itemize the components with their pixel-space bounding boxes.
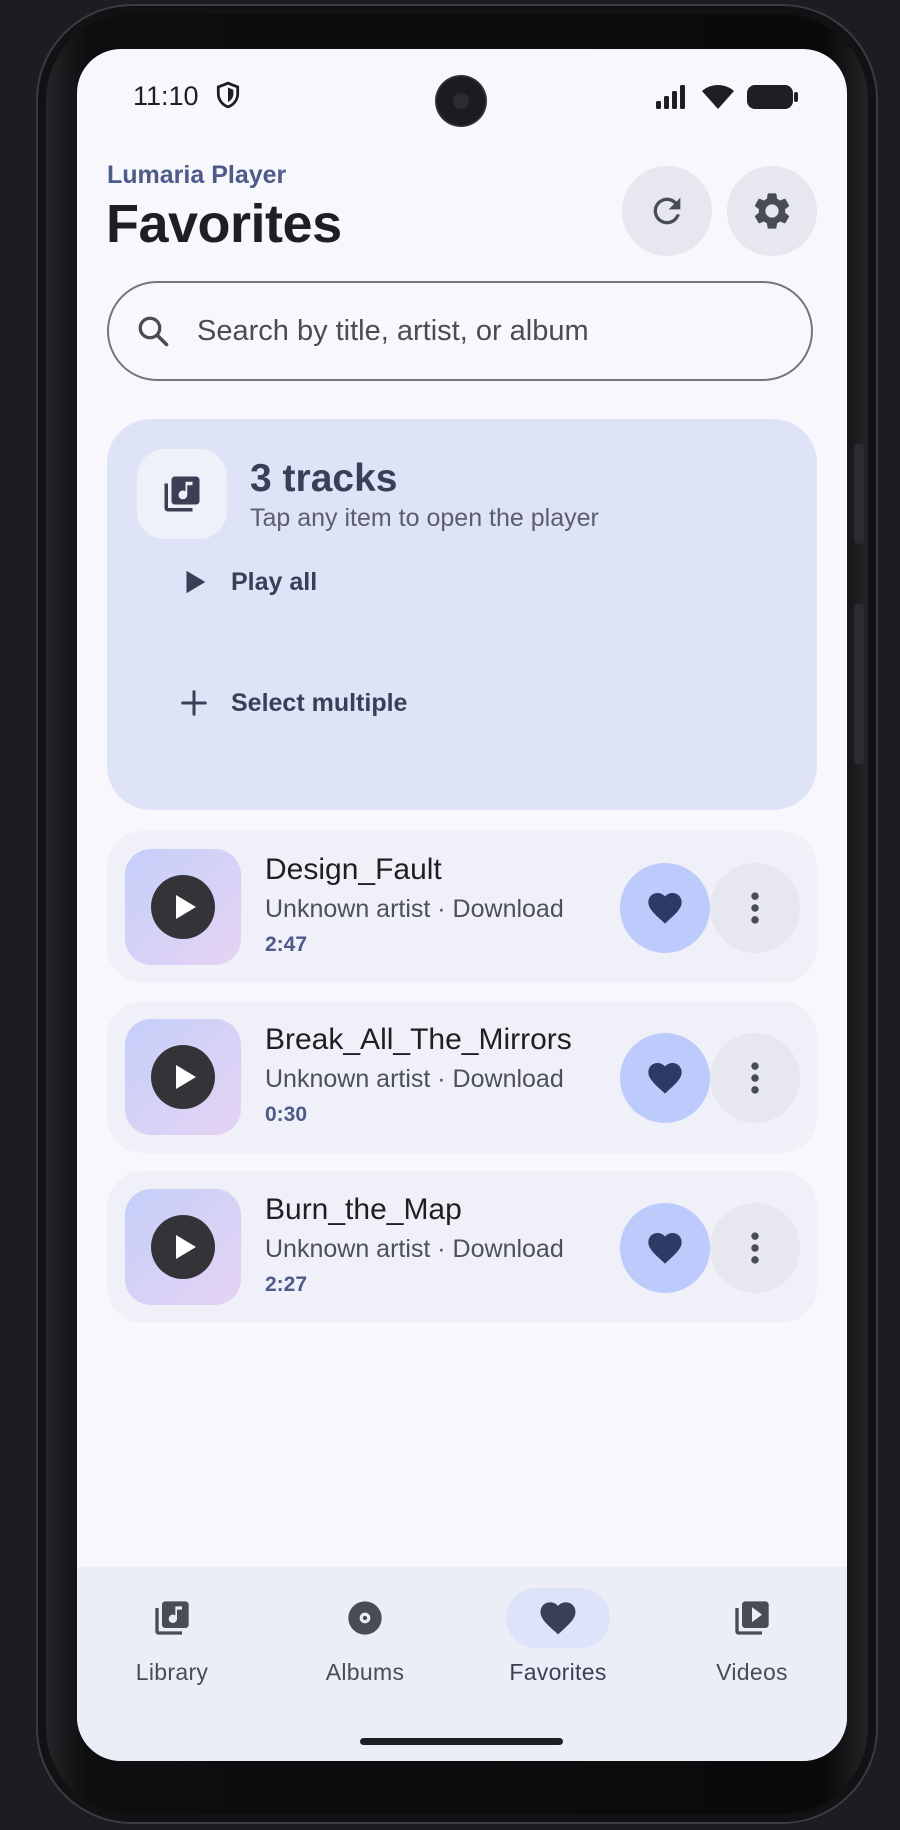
album-icon: [348, 1601, 382, 1635]
nav-label: Favorites: [509, 1659, 607, 1685]
play-disc-icon: [151, 1045, 215, 1109]
shield-icon: [216, 81, 240, 109]
app-name: Lumaria Player: [107, 161, 287, 189]
track-row[interactable]: Burn_the_Map Unknown artist · Download 2…: [107, 1171, 817, 1323]
search-input[interactable]: [195, 313, 759, 349]
nav-pill: [120, 1588, 224, 1648]
favorite-button[interactable]: [620, 1203, 710, 1293]
track-duration: 2:47: [265, 933, 308, 956]
more-vert-icon: [751, 892, 759, 924]
track-thumbnail: [125, 849, 241, 965]
plus-icon: [181, 690, 207, 716]
video-library-icon: [735, 1601, 769, 1635]
more-options-button[interactable]: [710, 863, 800, 953]
track-title: Break_All_The_Mirrors: [265, 1023, 572, 1056]
refresh-icon: [653, 197, 681, 225]
track-count: 3 tracks: [250, 457, 398, 500]
summary-card: 3 tracks Tap any item to open the player…: [107, 419, 817, 810]
play-all-label: Play all: [231, 567, 318, 596]
library-music-icon: [155, 1601, 189, 1635]
track-meta: Unknown artist · Download: [265, 1235, 564, 1263]
nav-item-albums[interactable]: Albums: [270, 1567, 460, 1697]
home-indicator[interactable]: [360, 1738, 563, 1745]
favorite-button[interactable]: [620, 1033, 710, 1123]
nav-label: Library: [135, 1659, 209, 1685]
more-vert-icon: [751, 1062, 759, 1094]
select-multiple-button[interactable]: Select multiple: [179, 688, 407, 718]
front-camera: [437, 77, 485, 125]
track-row[interactable]: Design_Fault Unknown artist · Download 2…: [107, 831, 817, 983]
more-vert-icon: [751, 1232, 759, 1264]
nav-pill: [506, 1588, 610, 1648]
power-button: [854, 604, 864, 764]
nav-item-favorites[interactable]: Favorites: [463, 1567, 653, 1697]
library-music-icon: [164, 476, 200, 512]
gear-icon: [754, 193, 790, 229]
page-title: Favorites: [106, 194, 342, 254]
track-row[interactable]: Break_All_The_Mirrors Unknown artist · D…: [107, 1001, 817, 1153]
battery-icon: [747, 85, 798, 109]
play-all-button[interactable]: Play all: [179, 567, 317, 597]
nav-item-library[interactable]: Library: [77, 1567, 267, 1697]
more-options-button[interactable]: [710, 1033, 800, 1123]
summary-hint: Tap any item to open the player: [250, 504, 599, 532]
favorite-button[interactable]: [620, 863, 710, 953]
nav-label: Videos: [716, 1659, 788, 1685]
track-duration: 0:30: [265, 1103, 308, 1126]
play-disc-icon: [151, 875, 215, 939]
settings-button[interactable]: [727, 166, 817, 256]
nav-item-videos[interactable]: Videos: [657, 1567, 847, 1697]
status-time: 11:10: [133, 81, 199, 111]
track-thumbnail: [125, 1019, 241, 1135]
select-multiple-label: Select multiple: [231, 688, 408, 717]
heart-icon: [648, 1233, 682, 1264]
status-icons: [655, 84, 799, 110]
more-options-button[interactable]: [710, 1203, 800, 1293]
play-disc-icon: [151, 1215, 215, 1279]
track-thumbnail: [125, 1189, 241, 1305]
refresh-button[interactable]: [622, 166, 712, 256]
search-icon: [138, 316, 169, 347]
nav-pill: [313, 1588, 417, 1648]
bottom-navigation: Library Albums Favorites Videos: [77, 1567, 847, 1761]
heart-icon: [648, 1063, 682, 1094]
nav-label: Albums: [325, 1659, 405, 1685]
track-duration: 2:27: [265, 1273, 308, 1296]
nav-pill: [700, 1588, 804, 1648]
track-title: Design_Fault: [265, 853, 442, 886]
status-bar: 11:10: [77, 49, 847, 149]
search-bar[interactable]: [107, 281, 813, 381]
heart-icon: [540, 1602, 576, 1635]
wifi-icon: [702, 85, 734, 109]
volume-button: [854, 444, 864, 544]
track-meta: Unknown artist · Download: [265, 1065, 564, 1093]
heart-icon: [648, 893, 682, 924]
track-meta: Unknown artist · Download: [265, 895, 564, 923]
play-icon: [186, 570, 206, 594]
track-title: Burn_the_Map: [265, 1193, 462, 1226]
screen: 11:10 Lumaria Player Favorites Search by…: [77, 49, 847, 1761]
summary-icon-box: [137, 449, 227, 539]
signal-icon: [656, 85, 685, 109]
